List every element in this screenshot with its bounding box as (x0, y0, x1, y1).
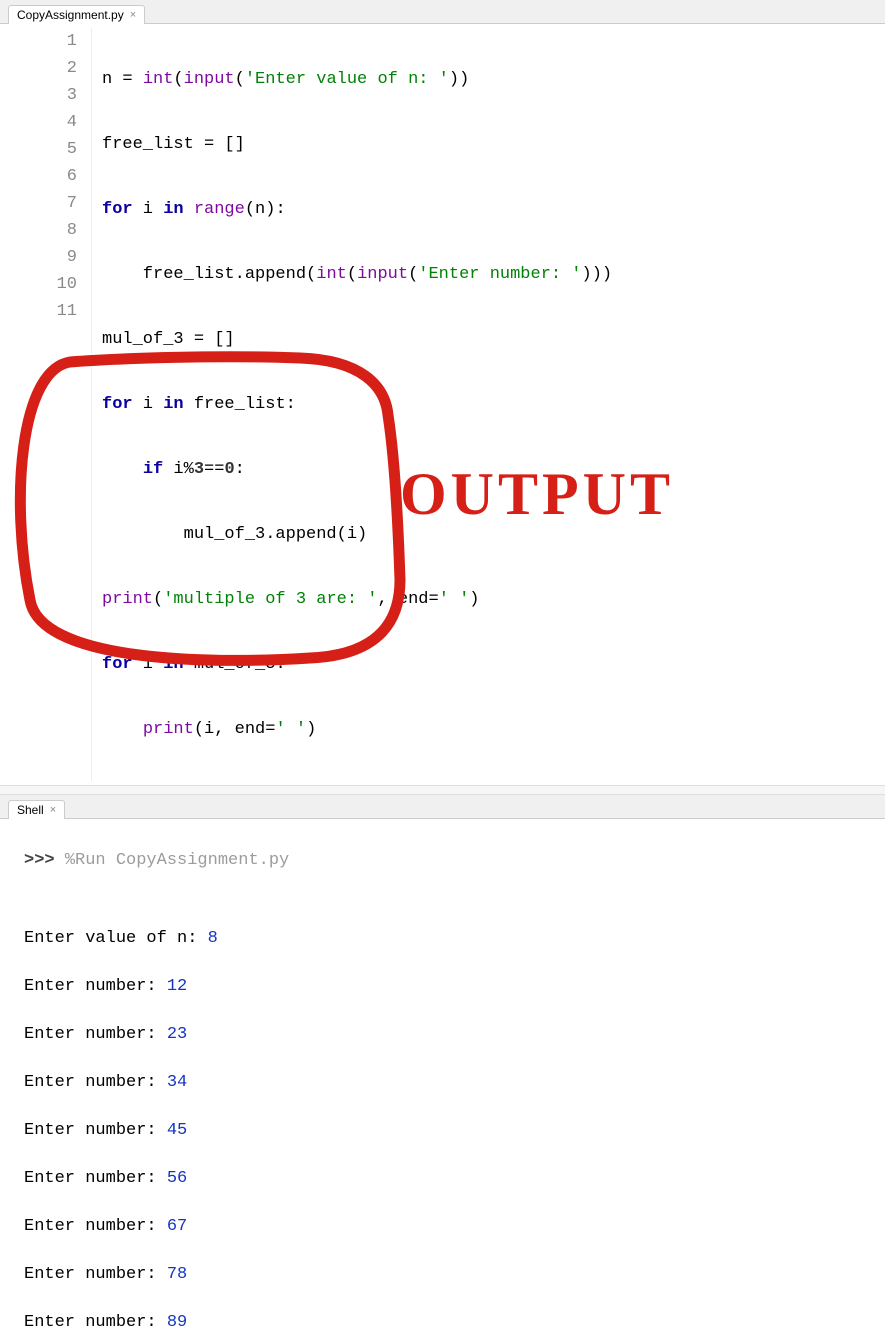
code-line: for i in free_list: (102, 391, 612, 418)
line-number: 11 (0, 298, 77, 325)
code-line: for i in range(n): (102, 196, 612, 223)
pane-splitter[interactable] (0, 785, 885, 795)
close-icon[interactable]: × (130, 9, 136, 21)
shell-line: Enter number: 78 (24, 1263, 885, 1287)
code-editor[interactable]: 1 2 3 4 5 6 7 8 9 10 11 n = int(input('E… (0, 24, 885, 781)
line-number: 4 (0, 109, 77, 136)
code-line: mul_of_3 = [] (102, 326, 612, 353)
line-number: 6 (0, 163, 77, 190)
line-number: 2 (0, 55, 77, 82)
line-number: 9 (0, 244, 77, 271)
line-number: 3 (0, 82, 77, 109)
shell-tab[interactable]: Shell × (8, 800, 65, 819)
editor-tab-label: CopyAssignment.py (17, 8, 124, 22)
line-number: 7 (0, 190, 77, 217)
code-line: print('multiple of 3 are: ', end=' ') (102, 586, 612, 613)
shell-line: Enter value of n: 8 (24, 927, 885, 951)
code-line: free_list.append(int(input('Enter number… (102, 261, 612, 288)
shell-line: Enter number: 89 (24, 1311, 885, 1335)
code-area[interactable]: n = int(input('Enter value of n: ')) fre… (92, 28, 612, 781)
line-number: 8 (0, 217, 77, 244)
annotation-output-label: OUTPUT (400, 460, 674, 529)
shell-line: Enter number: 12 (24, 975, 885, 999)
code-line: print(i, end=' ') (102, 716, 612, 743)
editor-tab[interactable]: CopyAssignment.py × (8, 5, 145, 24)
shell-output[interactable]: >>> %Run CopyAssignment.py Enter value o… (0, 819, 885, 1344)
line-number: 1 (0, 28, 77, 55)
shell-tab-bar: Shell × (0, 795, 885, 819)
shell-tab-label: Shell (17, 803, 44, 817)
shell-line: Enter number: 56 (24, 1167, 885, 1191)
editor-tab-bar: CopyAssignment.py × (0, 0, 885, 24)
close-icon[interactable]: × (50, 804, 56, 816)
line-number: 10 (0, 271, 77, 298)
shell-line: Enter number: 23 (24, 1023, 885, 1047)
code-line: n = int(input('Enter value of n: ')) (102, 66, 612, 93)
shell-line: Enter number: 45 (24, 1119, 885, 1143)
shell-line: Enter number: 67 (24, 1215, 885, 1239)
shell-line: Enter number: 34 (24, 1071, 885, 1095)
line-number: 5 (0, 136, 77, 163)
line-number-gutter: 1 2 3 4 5 6 7 8 9 10 11 (0, 28, 92, 781)
code-line: free_list = [] (102, 131, 612, 158)
code-line: for i in mul_of_3: (102, 651, 612, 678)
shell-line: >>> %Run CopyAssignment.py (24, 849, 885, 873)
